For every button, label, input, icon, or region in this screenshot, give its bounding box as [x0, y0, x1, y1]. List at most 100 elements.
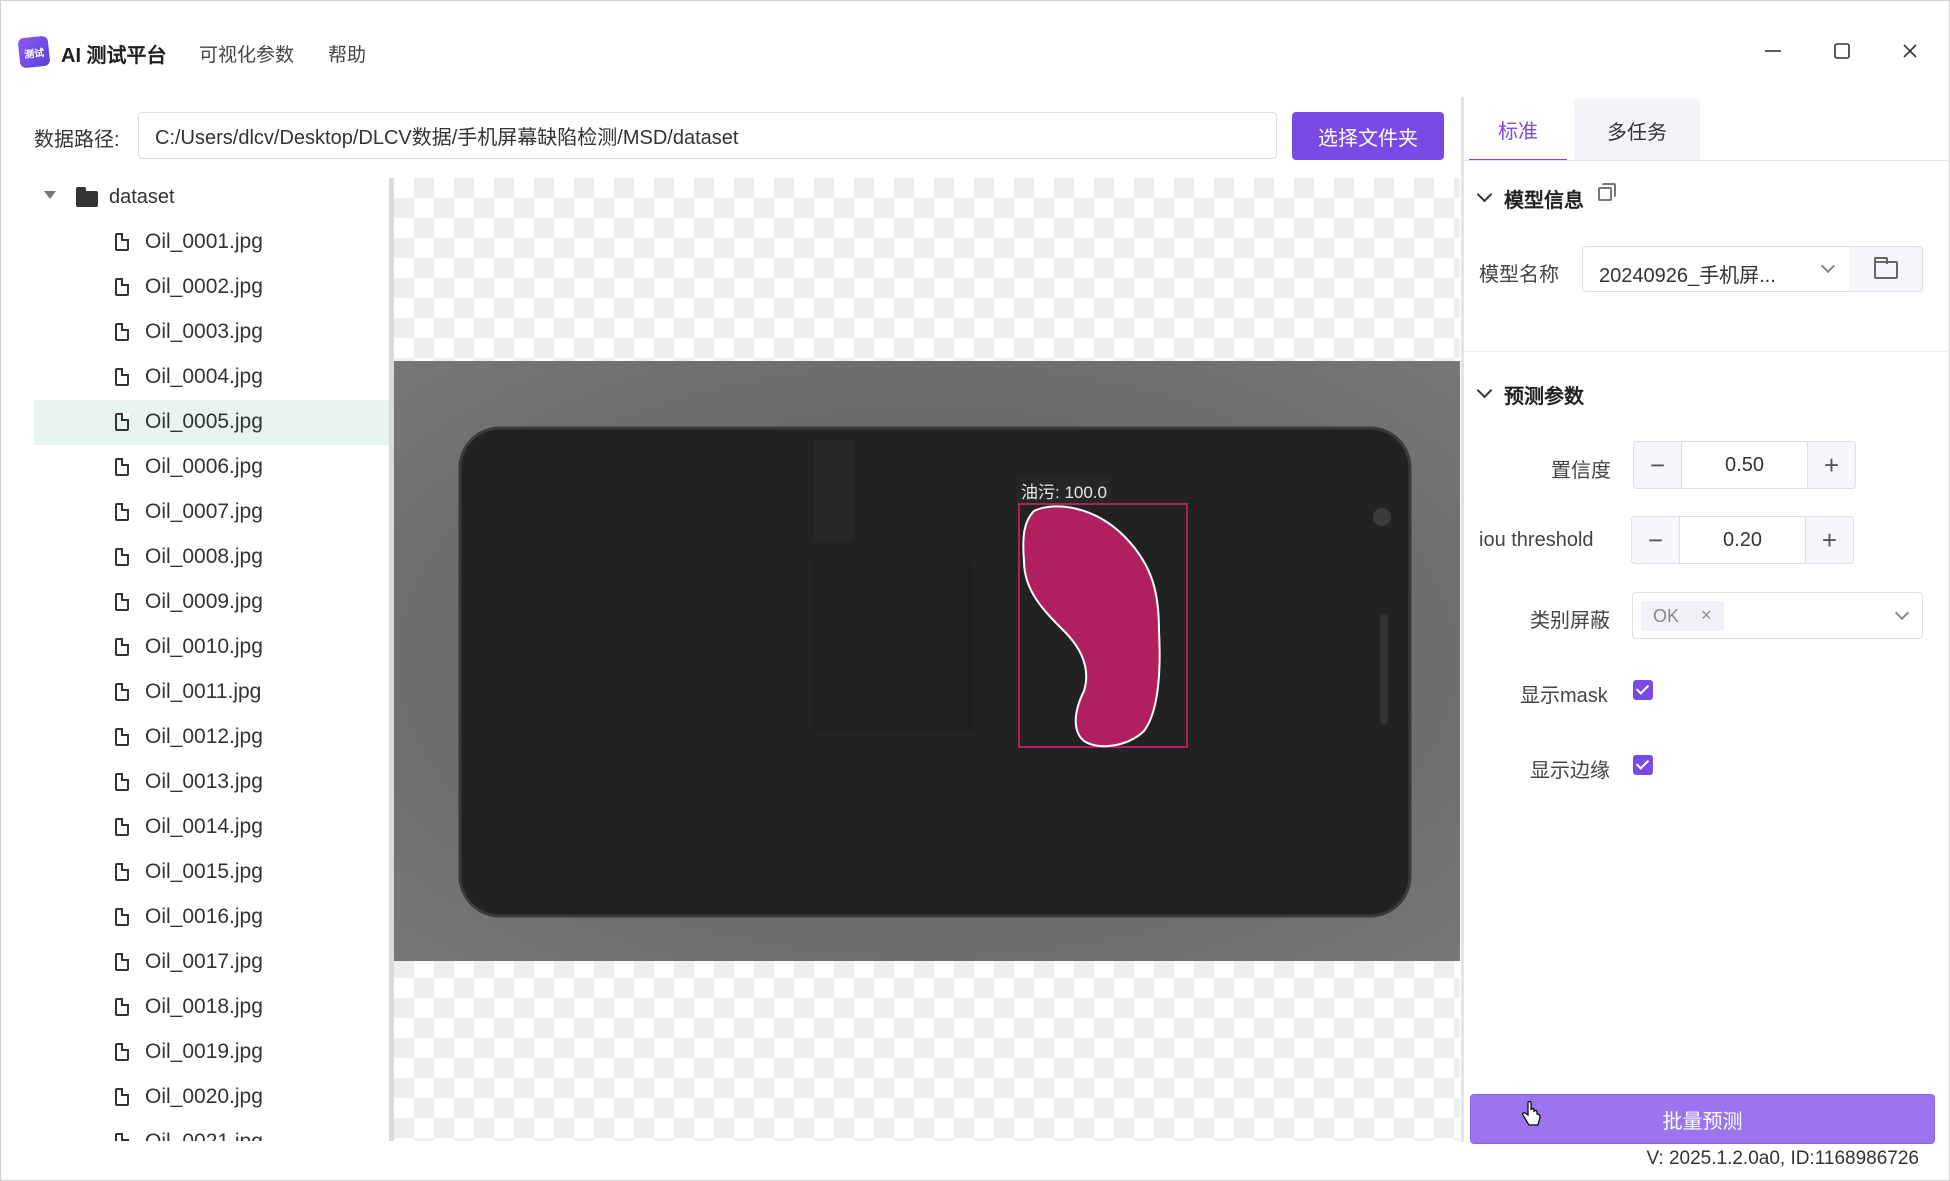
file-item[interactable]: Oil_0010.jpg — [34, 625, 389, 670]
file-icon — [115, 593, 129, 611]
show-mask-checkbox[interactable] — [1633, 680, 1653, 700]
file-item[interactable]: Oil_0006.jpg — [34, 445, 389, 490]
title-bar: 测试 AI 测试平台 可视化参数 帮助 — [1, 1, 1950, 101]
file-icon — [115, 728, 129, 746]
inspection-image — [394, 361, 1460, 961]
file-label: Oil_0012.jpg — [145, 725, 263, 748]
iou-decrease-button[interactable]: − — [1632, 517, 1680, 563]
file-item[interactable]: Oil_0017.jpg — [34, 940, 389, 985]
detection-label: 油污: 100.0 — [1017, 478, 1111, 503]
file-icon — [115, 458, 129, 476]
file-label: Oil_0014.jpg — [145, 815, 263, 838]
file-item[interactable]: Oil_0019.jpg — [34, 1030, 389, 1075]
show-mask-label: 显示mask — [1520, 685, 1608, 707]
file-item[interactable]: Oil_0013.jpg — [34, 760, 389, 805]
file-icon — [115, 278, 129, 296]
file-icon — [115, 548, 129, 566]
tab-multitask[interactable]: 多任务 — [1574, 99, 1700, 161]
show-edge-label: 显示边缘 — [1530, 760, 1610, 782]
tree-root-dataset[interactable]: dataset — [34, 176, 389, 220]
file-item[interactable]: Oil_0009.jpg — [34, 580, 389, 625]
file-label: Oil_0020.jpg — [145, 1085, 263, 1108]
file-item[interactable]: Oil_0003.jpg — [34, 310, 389, 355]
file-list: Oil_0001.jpg Oil_0002.jpg Oil_0003.jpg Oil_… — [34, 220, 389, 1141]
file-label: Oil_0021.jpg — [145, 1130, 263, 1141]
model-folder-button[interactable] — [1849, 246, 1923, 292]
hand-cursor-icon — [1522, 1101, 1541, 1126]
file-item[interactable]: Oil_0001.jpg — [34, 220, 389, 265]
predict-params-title[interactable]: 预测参数 — [1504, 380, 1584, 409]
file-label: Oil_0018.jpg — [145, 995, 263, 1018]
file-icon — [115, 413, 129, 431]
chevron-down-icon — [1820, 258, 1836, 274]
iou-stepper[interactable]: − 0.20 + — [1631, 516, 1854, 564]
caret-down-icon[interactable] — [44, 191, 56, 199]
confidence-stepper[interactable]: − 0.50 + — [1633, 441, 1856, 489]
file-icon — [115, 773, 129, 791]
confidence-decrease-button[interactable]: − — [1634, 442, 1682, 488]
select-folder-button[interactable]: 选择文件夹 — [1292, 112, 1444, 160]
minimize-icon — [1765, 50, 1781, 52]
file-label: Oil_0013.jpg — [145, 770, 263, 793]
menu-help[interactable]: 帮助 — [328, 40, 366, 67]
file-label: Oil_0010.jpg — [145, 635, 263, 658]
tab-standard[interactable]: 标准 — [1469, 99, 1567, 161]
file-item[interactable]: Oil_0016.jpg — [34, 895, 389, 940]
file-icon — [115, 683, 129, 701]
file-item[interactable]: Oil_0012.jpg — [34, 715, 389, 760]
image-viewer[interactable]: 油污: 100.0 — [394, 178, 1460, 1141]
version-info: V: 2025.1.2.0a0, ID:1168986726 — [1646, 1148, 1919, 1169]
iou-threshold-label: iou threshold — [1479, 529, 1594, 551]
model-info-title[interactable]: 模型信息 — [1504, 184, 1584, 213]
class-tag-label: OK — [1653, 606, 1680, 626]
file-label: Oil_0004.jpg — [145, 365, 263, 388]
file-item[interactable]: Oil_0015.jpg — [34, 850, 389, 895]
file-item[interactable]: Oil_0005.jpg — [34, 400, 389, 445]
copy-icon[interactable] — [1598, 183, 1616, 201]
file-icon — [115, 1088, 129, 1106]
app-logo-icon: 测试 — [17, 35, 51, 69]
minimize-button[interactable] — [1753, 31, 1793, 71]
file-label: Oil_0005.jpg — [145, 410, 263, 433]
maximize-icon — [1834, 43, 1850, 59]
file-icon — [115, 863, 129, 881]
file-item[interactable]: Oil_0011.jpg — [34, 670, 389, 715]
file-item[interactable]: Oil_0002.jpg — [34, 265, 389, 310]
file-label: Oil_0008.jpg — [145, 545, 263, 568]
file-icon — [115, 1133, 129, 1141]
data-path-input[interactable] — [138, 112, 1277, 159]
chevron-down-icon[interactable] — [1476, 382, 1493, 399]
data-path-label: 数据路径: — [34, 129, 120, 151]
file-item[interactable]: Oil_0018.jpg — [34, 985, 389, 1030]
show-edge-checkbox[interactable] — [1633, 755, 1653, 775]
maximize-button[interactable] — [1822, 31, 1862, 71]
iou-increase-button[interactable]: + — [1805, 517, 1853, 563]
file-item[interactable]: Oil_0004.jpg — [34, 355, 389, 400]
iou-value[interactable]: 0.20 — [1680, 517, 1805, 563]
file-icon — [115, 233, 129, 251]
file-icon — [115, 953, 129, 971]
folder-icon — [76, 187, 98, 207]
panel-splitter[interactable] — [1461, 97, 1464, 1142]
class-mask-select[interactable]: OK × — [1632, 592, 1923, 639]
file-item[interactable]: Oil_0020.jpg — [34, 1075, 389, 1120]
model-name-select[interactable]: 20240926_手机屏... — [1582, 246, 1850, 292]
app-window: 测试 AI 测试平台 可视化参数 帮助 数据路径: 选择文件夹 dataset … — [0, 0, 1950, 1181]
confidence-value[interactable]: 0.50 — [1682, 442, 1807, 488]
chevron-down-icon[interactable] — [1476, 186, 1493, 203]
tag-close-icon[interactable]: × — [1701, 605, 1712, 626]
model-name-label: 模型名称 — [1479, 264, 1559, 286]
confidence-increase-button[interactable]: + — [1807, 442, 1855, 488]
close-button[interactable] — [1890, 31, 1930, 71]
app-title: AI 测试平台 — [61, 45, 167, 67]
menu-visual-params[interactable]: 可视化参数 — [199, 40, 294, 67]
file-icon — [115, 323, 129, 341]
file-icon — [115, 818, 129, 836]
file-label: Oil_0006.jpg — [145, 455, 263, 478]
file-item[interactable]: Oil_0008.jpg — [34, 535, 389, 580]
file-label: Oil_0002.jpg — [145, 275, 263, 298]
file-item[interactable]: Oil_0014.jpg — [34, 805, 389, 850]
file-item[interactable]: Oil_0021.jpg — [34, 1120, 389, 1141]
file-item[interactable]: Oil_0007.jpg — [34, 490, 389, 535]
file-icon — [115, 1043, 129, 1061]
